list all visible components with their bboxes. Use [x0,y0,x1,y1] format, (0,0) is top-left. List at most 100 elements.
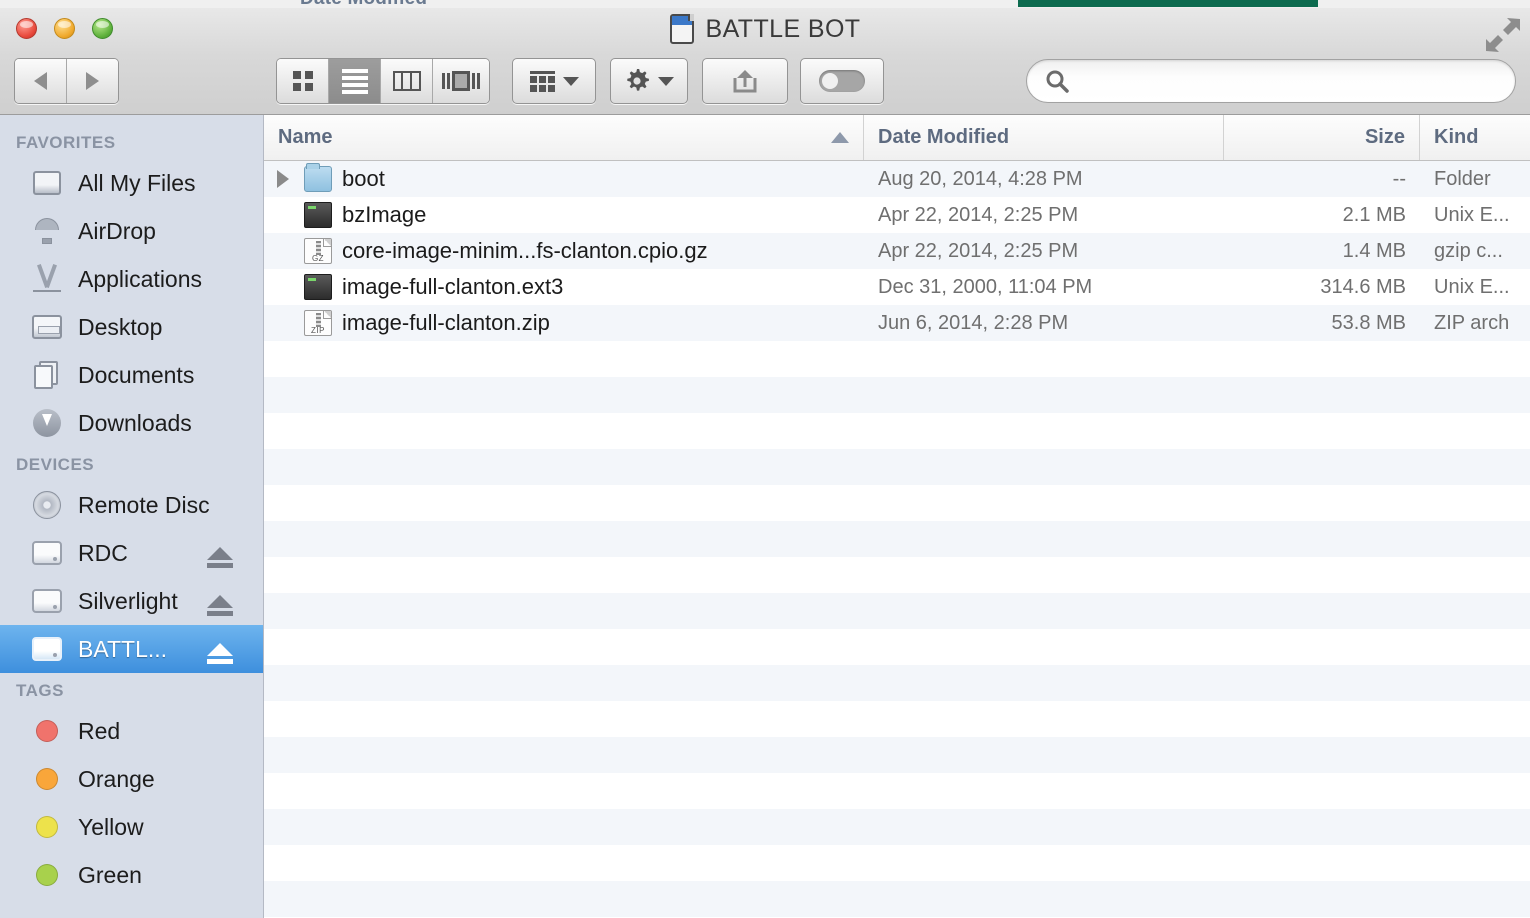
sidebar-item-rdc[interactable]: RDC [0,529,263,577]
search-icon [1046,70,1069,93]
column-header-size[interactable]: Size [1224,115,1420,160]
cell-date: Apr 22, 2014, 2:25 PM [878,203,1079,226]
coverflow-icon [442,71,480,91]
sidebar-item-label: Orange [78,765,155,792]
table-row[interactable]: GZ core-image-minim...fs-clanton.cpio.gz A… [264,233,1530,269]
cell-date: Apr 22, 2014, 2:25 PM [878,239,1079,262]
eject-icon[interactable] [207,642,233,664]
airdrop-icon [30,216,64,246]
list-icon [341,68,368,94]
expand-arrows-icon[interactable] [1484,16,1522,54]
cell-size: -- [1392,167,1406,190]
cell-size: 314.6 MB [1320,275,1406,298]
toggle-switch-icon [819,70,865,92]
sidebar-section-devices: DEVICES [16,455,95,474]
sidebar-item-label: Yellow [78,813,144,840]
folder-icon [304,163,332,192]
gear-icon [627,69,649,91]
eject-icon[interactable] [207,546,233,568]
applications-icon [30,264,64,294]
sidebar[interactable]: FAVORITES All My Files AirDrop Applications… [0,115,264,918]
sidebar-item-label: Applications [78,265,203,292]
column-header-label: Size [1364,126,1405,148]
column-header-kind[interactable]: Kind [1420,115,1530,160]
cell-name: boot [264,163,864,192]
column-header-name[interactable]: Name [264,115,864,160]
table-row[interactable]: ZIP image-full-clanton.zip Jun 6, 2014, 2:… [264,305,1530,341]
all-my-files-icon [30,168,64,198]
list-view-button[interactable] [329,59,381,103]
sidebar-item-label: RDC [78,539,128,566]
unix-executable-icon [304,202,332,228]
arrange-button[interactable] [512,58,596,104]
empty-row [264,809,1530,845]
sidebar-item-green[interactable]: Green [0,851,263,899]
sidebar-item-yellow[interactable]: Yellow [0,803,263,851]
file-name-label: core-image-minim...fs-clanton.cpio.gz [342,238,708,263]
empty-row [264,449,1530,485]
action-button[interactable] [610,58,688,104]
cell-kind: gzip c... [1434,239,1503,262]
cell-kind: Unix E... [1434,203,1510,226]
sidebar-item-label: BATTL... [78,635,168,662]
cell-date: Jun 6, 2014, 2:28 PM [878,311,1069,334]
sidebar-item-downloads[interactable]: Downloads [0,399,263,447]
documents-icon [30,360,64,390]
column-header-label: Name [278,126,333,148]
search-field[interactable] [1026,59,1516,103]
sidebar-item-airdrop[interactable]: AirDrop [0,207,263,255]
sidebar-item-applications[interactable]: Applications [0,255,263,303]
sidebar-item-orange[interactable]: Orange [0,755,263,803]
empty-row [264,737,1530,773]
window-title: BATTLE BOT [705,14,861,43]
table-row[interactable]: image-full-clanton.ext3 Dec 31, 2000, 11:… [264,269,1530,305]
table-row[interactable]: bzImage Apr 22, 2014, 2:25 PM 2.1 MB Unix E… [264,197,1530,233]
arrange-grid-icon [529,70,555,92]
column-view-button[interactable] [381,59,433,103]
sidebar-section-favorites: FAVORITES [16,133,116,152]
empty-row [264,593,1530,629]
file-list-pane: Name Date Modified Size Kind boot Aug 20, 20… [264,115,1530,918]
coverflow-view-button[interactable] [433,59,489,103]
empty-row [264,629,1530,665]
gz-archive-icon: GZ [304,238,332,264]
cell-date: Dec 31, 2000, 11:04 PM [878,275,1093,298]
toolbar [0,56,1530,108]
sidebar-item-documents[interactable]: Documents [0,351,263,399]
file-name-label: image-full-clanton.ext3 [342,274,564,299]
empty-row [264,377,1530,413]
back-button[interactable] [15,59,67,103]
cell-size: 1.4 MB [1342,239,1406,262]
sidebar-item-all-my-files[interactable]: All My Files [0,159,263,207]
column-header-date[interactable]: Date Modified [864,115,1224,160]
sidebar-item-label: Downloads [78,409,192,436]
empty-row [264,881,1530,917]
cell-kind: ZIP arch [1434,311,1510,334]
forward-button[interactable] [66,59,118,103]
sidebar-item-silverlight[interactable]: Silverlight [0,577,263,625]
eject-icon[interactable] [207,594,233,616]
sidebar-section-tags: TAGS [16,681,64,700]
share-arrow-icon [733,70,757,93]
sidebar-item-label: Remote Disc [78,491,210,518]
icon-view-button[interactable] [277,59,329,103]
sidebar-item-battl[interactable]: BATTL... [0,625,263,673]
disclosure-triangle-icon[interactable] [272,170,294,188]
navigation-buttons [14,58,119,104]
tag-toggle-button[interactable] [800,58,884,104]
grid-icon [292,71,313,91]
sd-card-icon [669,14,694,44]
share-button[interactable] [702,58,788,104]
finder-window: BATTLE BOT FAVORITES All My Files AirDro… [0,8,1530,918]
cell-kind: Folder [1434,167,1491,190]
sidebar-item-label: Silverlight [78,587,178,614]
sidebar-item-desktop[interactable]: Desktop [0,303,263,351]
table-row[interactable]: boot Aug 20, 2014, 4:28 PM -- Folder [264,161,1530,197]
optical-disc-icon [30,490,64,520]
sidebar-item-label: Documents [78,361,195,388]
columns-icon [392,71,421,91]
sidebar-item-remote-disc[interactable]: Remote Disc [0,481,263,529]
sidebar-item-red[interactable]: Red [0,707,263,755]
cell-size: 53.8 MB [1331,311,1406,334]
search-input[interactable] [1079,71,1479,91]
